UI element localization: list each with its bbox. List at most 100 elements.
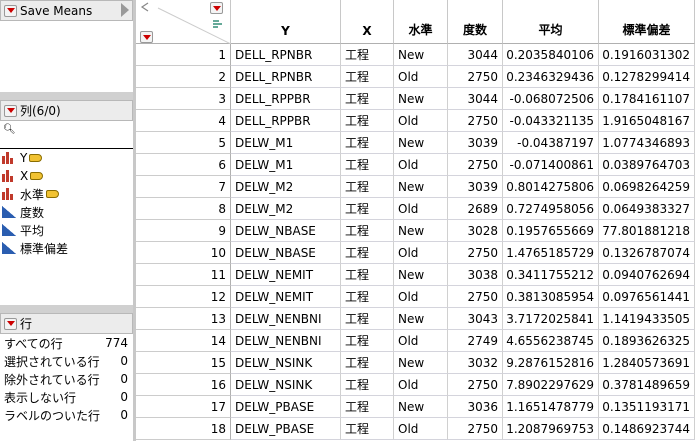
cell-col-count[interactable]: 3032: [448, 352, 503, 374]
red-triangle-menu-icon[interactable]: [4, 317, 17, 330]
cell-col-mean[interactable]: 1.4765185729: [503, 242, 599, 264]
cell-col-y[interactable]: DELW_M2: [231, 198, 341, 220]
cell-col-stddev[interactable]: 0.1916031302: [599, 44, 695, 66]
cell-col-x[interactable]: 工程: [341, 44, 394, 66]
cell-col-stddev[interactable]: 0.1351193171: [599, 396, 695, 418]
header-col-mean[interactable]: 平均: [503, 0, 599, 44]
cell-col-mean[interactable]: 4.6556238745: [503, 330, 599, 352]
cell-col-y[interactable]: DELW_NSINK: [231, 374, 341, 396]
cell-col-x[interactable]: 工程: [341, 132, 394, 154]
cell-col-count[interactable]: 3039: [448, 176, 503, 198]
cell-col-stddev[interactable]: 0.0940762694: [599, 264, 695, 286]
expand-right-icon[interactable]: [121, 3, 129, 17]
cell-col-x[interactable]: 工程: [341, 264, 394, 286]
cell-col-y[interactable]: DELW_NENBNI: [231, 330, 341, 352]
cell-col-x[interactable]: 工程: [341, 198, 394, 220]
cell-col-x[interactable]: 工程: [341, 396, 394, 418]
cell-col-level[interactable]: Old: [394, 110, 448, 132]
column-item[interactable]: 度数: [2, 203, 44, 221]
cell-col-count[interactable]: 2750: [448, 374, 503, 396]
column-item[interactable]: 標準偏差: [2, 239, 68, 257]
cell-col-mean[interactable]: 0.8014275806: [503, 176, 599, 198]
cell-col-count[interactable]: 3038: [448, 264, 503, 286]
rows-menu-icon[interactable]: [140, 31, 153, 43]
cell-col-mean[interactable]: 0.7274958056: [503, 198, 599, 220]
cell-col-mean[interactable]: 9.2876152816: [503, 352, 599, 374]
cell-col-stddev[interactable]: 0.0698264259: [599, 176, 695, 198]
row-number[interactable]: 9: [136, 220, 231, 242]
cell-col-level[interactable]: New: [394, 396, 448, 418]
cell-col-x[interactable]: 工程: [341, 242, 394, 264]
cell-col-level[interactable]: New: [394, 352, 448, 374]
cell-col-y[interactable]: DELW_NBASE: [231, 220, 341, 242]
cell-col-count[interactable]: 3043: [448, 308, 503, 330]
cell-col-y[interactable]: DELL_RPNBR: [231, 44, 341, 66]
cell-col-level[interactable]: New: [394, 220, 448, 242]
red-triangle-menu-icon[interactable]: [4, 104, 17, 117]
cell-col-stddev[interactable]: 0.1278299414: [599, 66, 695, 88]
cell-col-count[interactable]: 2750: [448, 66, 503, 88]
header-col-level[interactable]: 水準: [394, 0, 448, 44]
cell-col-x[interactable]: 工程: [341, 418, 394, 440]
row-number[interactable]: 18: [136, 418, 231, 440]
column-item[interactable]: X: [2, 167, 44, 185]
cell-col-mean[interactable]: 0.2346329436: [503, 66, 599, 88]
cell-col-stddev[interactable]: 0.0649383327: [599, 198, 695, 220]
column-item[interactable]: 平均: [2, 221, 44, 239]
cell-col-stddev[interactable]: 1.2840573691: [599, 352, 695, 374]
cell-col-mean[interactable]: -0.043321135: [503, 110, 599, 132]
row-number[interactable]: 13: [136, 308, 231, 330]
search-icon[interactable]: 🔍︎: [3, 124, 16, 135]
save-means-header[interactable]: Save Means: [0, 0, 133, 21]
cell-col-stddev[interactable]: 0.1784161107: [599, 88, 695, 110]
columns-panel-header[interactable]: 列(6/0): [0, 100, 133, 121]
column-item[interactable]: 水準: [2, 185, 60, 203]
cell-col-stddev[interactable]: 0.3781489659: [599, 374, 695, 396]
cell-col-count[interactable]: 3039: [448, 132, 503, 154]
row-number[interactable]: 7: [136, 176, 231, 198]
cell-col-y[interactable]: DELW_NEMIT: [231, 286, 341, 308]
cell-col-y[interactable]: DELW_NBASE: [231, 242, 341, 264]
cell-col-stddev[interactable]: 0.1486923744: [599, 418, 695, 440]
rows-panel-header[interactable]: 行: [0, 313, 133, 334]
cell-col-stddev[interactable]: 0.0389764703: [599, 154, 695, 176]
cell-col-count[interactable]: 2689: [448, 198, 503, 220]
column-item[interactable]: Y: [2, 149, 43, 167]
cell-col-x[interactable]: 工程: [341, 88, 394, 110]
cell-col-stddev[interactable]: 77.801881218: [599, 220, 695, 242]
cell-col-level[interactable]: Old: [394, 66, 448, 88]
cell-col-y[interactable]: DELW_NENBNI: [231, 308, 341, 330]
cell-col-y[interactable]: DELW_M2: [231, 176, 341, 198]
cell-col-level[interactable]: Old: [394, 418, 448, 440]
cell-col-x[interactable]: 工程: [341, 66, 394, 88]
cell-col-y[interactable]: DELW_M1: [231, 154, 341, 176]
cell-col-x[interactable]: 工程: [341, 110, 394, 132]
cell-col-mean[interactable]: 3.7172025841: [503, 308, 599, 330]
cell-col-level[interactable]: Old: [394, 198, 448, 220]
header-col-stddev[interactable]: 標準偏差: [599, 0, 695, 44]
columns-menu-icon[interactable]: [210, 2, 223, 14]
cell-col-x[interactable]: 工程: [341, 154, 394, 176]
red-triangle-menu-icon[interactable]: [4, 4, 17, 17]
cell-col-level[interactable]: Old: [394, 330, 448, 352]
cell-col-level[interactable]: Old: [394, 286, 448, 308]
cell-col-y[interactable]: DELW_PBASE: [231, 396, 341, 418]
row-number[interactable]: 6: [136, 154, 231, 176]
cell-col-mean[interactable]: 1.1651478779: [503, 396, 599, 418]
cell-col-stddev[interactable]: 0.1326787074: [599, 242, 695, 264]
cell-col-mean[interactable]: 0.1957655669: [503, 220, 599, 242]
cell-col-level[interactable]: New: [394, 88, 448, 110]
cell-col-x[interactable]: 工程: [341, 330, 394, 352]
cell-col-count[interactable]: 3036: [448, 396, 503, 418]
cell-col-y[interactable]: DELL_RPPBR: [231, 88, 341, 110]
cell-col-level[interactable]: New: [394, 44, 448, 66]
cell-col-count[interactable]: 3044: [448, 44, 503, 66]
cell-col-level[interactable]: New: [394, 264, 448, 286]
cell-col-stddev[interactable]: 0.1893626325: [599, 330, 695, 352]
cell-col-count[interactable]: 2750: [448, 154, 503, 176]
cell-col-y[interactable]: DELW_PBASE: [231, 418, 341, 440]
row-number[interactable]: 2: [136, 66, 231, 88]
cell-col-x[interactable]: 工程: [341, 286, 394, 308]
cell-col-mean[interactable]: -0.071400861: [503, 154, 599, 176]
cell-col-mean[interactable]: 0.3813085954: [503, 286, 599, 308]
